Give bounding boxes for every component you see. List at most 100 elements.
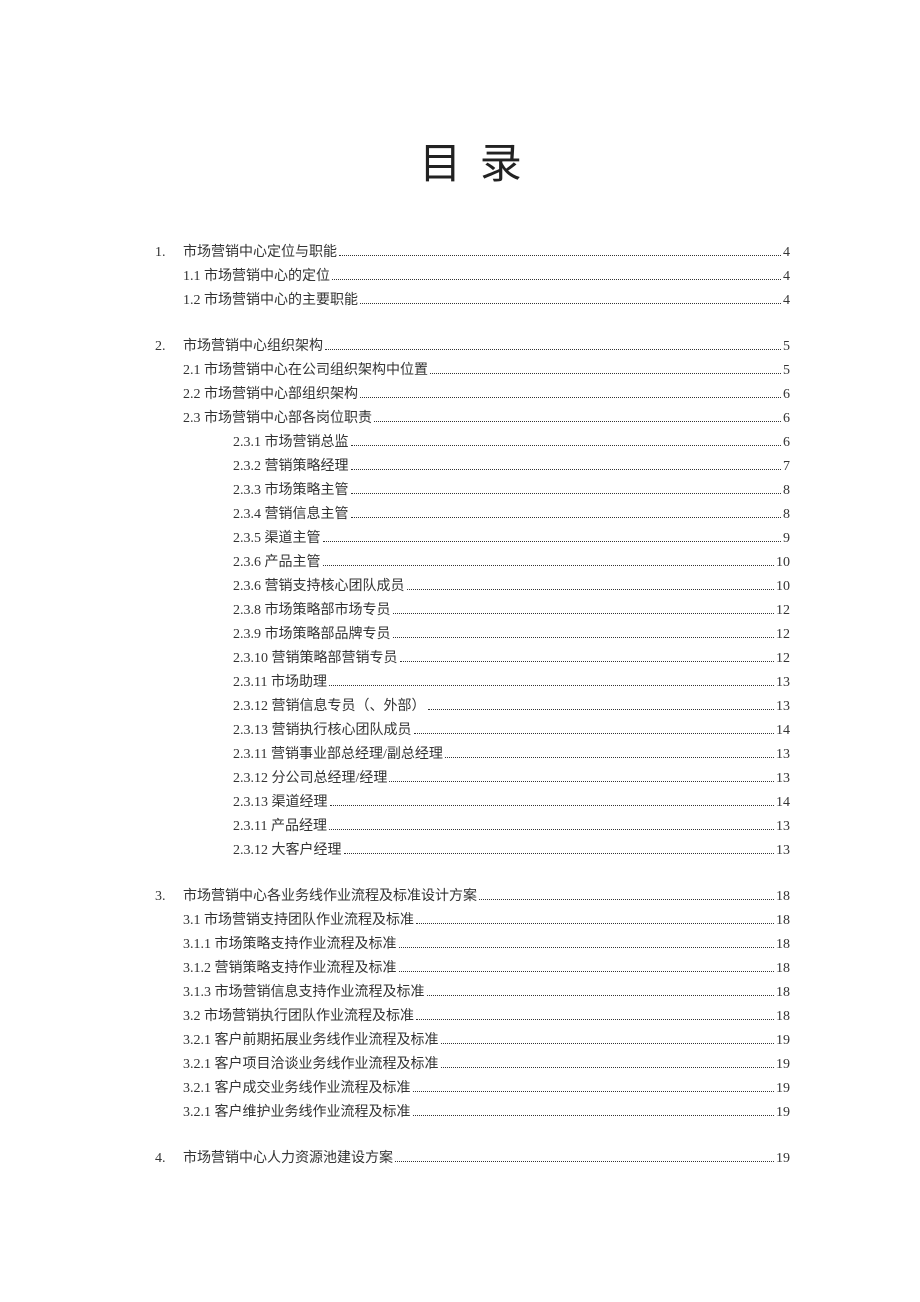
toc-leader-dots xyxy=(427,995,775,996)
toc-leader-dots xyxy=(416,923,774,924)
toc-leader-dots xyxy=(399,971,775,972)
toc-entry-label: 2.3.11 营销事业部总经理/副总经理 xyxy=(233,743,443,767)
toc-page-number: 18 xyxy=(776,885,790,909)
toc-page-number: 18 xyxy=(776,981,790,1005)
toc-leader-dots xyxy=(332,279,781,280)
toc-page-number: 13 xyxy=(776,767,790,791)
toc-page-number: 12 xyxy=(776,599,790,623)
toc-entry-label: 2.3.10 营销策略部营销专员 xyxy=(233,647,398,671)
toc-entry: 3.1.1 市场策略支持作业流程及标准 18 xyxy=(155,933,790,957)
toc-leader-dots xyxy=(323,541,782,542)
toc-entry: 2.2 市场营销中心部组织架构 6 xyxy=(155,383,790,407)
toc-entry: 2.1 市场营销中心在公司组织架构中位置5 xyxy=(155,359,790,383)
toc-page-number: 6 xyxy=(783,383,790,407)
toc-section-number: 1. xyxy=(155,241,183,265)
toc-page-number: 12 xyxy=(776,623,790,647)
toc-entry-label: 3.2.1 客户项目洽谈业务线作业流程及标准 xyxy=(183,1053,439,1077)
toc-entry: 3.2.1 客户维护业务线作业流程及标准 19 xyxy=(155,1101,790,1125)
toc-page-number: 18 xyxy=(776,957,790,981)
toc-entry: 2.3.12 分公司总经理/经理 13 xyxy=(155,767,790,791)
toc-entry: 3.1 市场营销支持团队作业流程及标准 18 xyxy=(155,909,790,933)
toc-section-number: 2. xyxy=(155,335,183,359)
toc-entry-label: 3.1.1 市场策略支持作业流程及标准 xyxy=(183,933,397,957)
toc-entry-label: 2.3.11 产品经理 xyxy=(233,815,327,839)
toc-entry: 2.3.11 营销事业部总经理/副总经理13 xyxy=(155,743,790,767)
toc-entry-label: 2.3.13 渠道经理 xyxy=(233,791,328,815)
toc-entry: 1.2 市场营销中心的主要职能4 xyxy=(155,289,790,313)
toc-entry: 2.3.6 产品主管 10 xyxy=(155,551,790,575)
toc-entry-label: 2.3.1 市场营销总监 xyxy=(233,431,349,455)
toc-leader-dots xyxy=(329,829,774,830)
toc-leader-dots xyxy=(393,613,775,614)
toc-page-number: 14 xyxy=(776,791,790,815)
toc-leader-dots xyxy=(360,397,781,398)
toc-leader-dots xyxy=(445,757,774,758)
toc-page-number: 13 xyxy=(776,671,790,695)
toc-entry-label: 市场营销中心组织架构 xyxy=(183,335,323,359)
toc-entry: 2.3.11 产品经理13 xyxy=(155,815,790,839)
toc-entry-label: 2.3.12 分公司总经理/经理 xyxy=(233,767,387,791)
toc-entry: 4.市场营销中心人力资源池建设方案19 xyxy=(155,1147,790,1171)
toc-entry: 1.1 市场营销中心的定位4 xyxy=(155,265,790,289)
toc-page-number: 19 xyxy=(776,1029,790,1053)
toc-entry-label: 1.2 市场营销中心的主要职能 xyxy=(183,289,358,313)
toc-entry: 2.3.11 市场助理 13 xyxy=(155,671,790,695)
toc-page-number: 13 xyxy=(776,839,790,863)
toc-leader-dots xyxy=(323,565,775,566)
toc-entry-label: 3.1.2 营销策略支持作业流程及标准 xyxy=(183,957,397,981)
toc-entry-label: 市场营销中心定位与职能 xyxy=(183,241,337,265)
toc-page-number: 9 xyxy=(783,527,790,551)
toc-page-number: 13 xyxy=(776,695,790,719)
toc-page-number: 14 xyxy=(776,719,790,743)
toc-entry: 2.3.6 营销支持核心团队成员10 xyxy=(155,575,790,599)
toc-entry-label: 1.1 市场营销中心的定位 xyxy=(183,265,330,289)
toc-entry-label: 2.3.11 市场助理 xyxy=(233,671,327,695)
toc-leader-dots xyxy=(441,1043,775,1044)
toc-leader-dots xyxy=(329,685,774,686)
toc-entry-label: 市场营销中心各业务线作业流程及标准设计方案 xyxy=(183,885,477,909)
toc-page-number: 18 xyxy=(776,933,790,957)
toc-entry-label: 2.3 市场营销中心部各岗位职责 xyxy=(183,407,372,431)
toc-leader-dots xyxy=(351,445,782,446)
toc-body: 1.市场营销中心定位与职能41.1 市场营销中心的定位41.2 市场营销中心的主… xyxy=(155,241,790,1171)
toc-leader-dots xyxy=(393,637,775,638)
toc-leader-dots xyxy=(389,781,774,782)
toc-leader-dots xyxy=(400,661,775,662)
toc-section: 1.市场营销中心定位与职能41.1 市场营销中心的定位41.2 市场营销中心的主… xyxy=(155,241,790,313)
toc-entry-label: 3.2 市场营销执行团队作业流程及标准 xyxy=(183,1005,414,1029)
toc-entry-label: 3.1 市场营销支持团队作业流程及标准 xyxy=(183,909,414,933)
toc-entry: 2.市场营销中心组织架构5 xyxy=(155,335,790,359)
toc-page-number: 10 xyxy=(776,551,790,575)
toc-entry: 3.2.1 客户项目洽谈业务线作业流程及标准19 xyxy=(155,1053,790,1077)
toc-entry-label: 2.3.8 市场策略部市场专员 xyxy=(233,599,391,623)
toc-entry-label: 3.2.1 客户前期拓展业务线作业流程及标准 xyxy=(183,1029,439,1053)
toc-entry: 2.3.4 营销信息主管8 xyxy=(155,503,790,527)
toc-page-number: 6 xyxy=(783,407,790,431)
toc-entry: 2.3.9 市场策略部品牌专员12 xyxy=(155,623,790,647)
toc-leader-dots xyxy=(407,589,775,590)
toc-section-number: 4. xyxy=(155,1147,183,1171)
toc-entry-label: 3.2.1 客户维护业务线作业流程及标准 xyxy=(183,1101,411,1125)
toc-leader-dots xyxy=(414,733,775,734)
toc-page-number: 19 xyxy=(776,1101,790,1125)
toc-leader-dots xyxy=(428,709,775,710)
toc-leader-dots xyxy=(351,469,782,470)
toc-leader-dots xyxy=(351,493,782,494)
toc-entry-label: 2.3.4 营销信息主管 xyxy=(233,503,349,527)
toc-entry-label: 市场营销中心人力资源池建设方案 xyxy=(183,1147,393,1171)
toc-entry-label: 2.3.6 产品主管 xyxy=(233,551,321,575)
toc-entry: 2.3.13 营销执行核心团队成员14 xyxy=(155,719,790,743)
toc-entry-label: 2.3.6 营销支持核心团队成员 xyxy=(233,575,405,599)
toc-entry: 3.1.3 市场营销信息支持作业流程及标准18 xyxy=(155,981,790,1005)
toc-entry-label: 2.3.12 大客户经理 xyxy=(233,839,342,863)
toc-leader-dots xyxy=(330,805,775,806)
toc-section: 3.市场营销中心各业务线作业流程及标准设计方案183.1 市场营销支持团队作业流… xyxy=(155,885,790,1125)
toc-entry: 3.2.1 客户前期拓展业务线作业流程及标准 19 xyxy=(155,1029,790,1053)
toc-entry: 2.3 市场营销中心部各岗位职责 6 xyxy=(155,407,790,431)
toc-leader-dots xyxy=(344,853,775,854)
toc-page-number: 12 xyxy=(776,647,790,671)
toc-page-number: 6 xyxy=(783,431,790,455)
toc-entry-label: 2.2 市场营销中心部组织架构 xyxy=(183,383,358,407)
toc-page-number: 18 xyxy=(776,909,790,933)
toc-page-number: 7 xyxy=(783,455,790,479)
